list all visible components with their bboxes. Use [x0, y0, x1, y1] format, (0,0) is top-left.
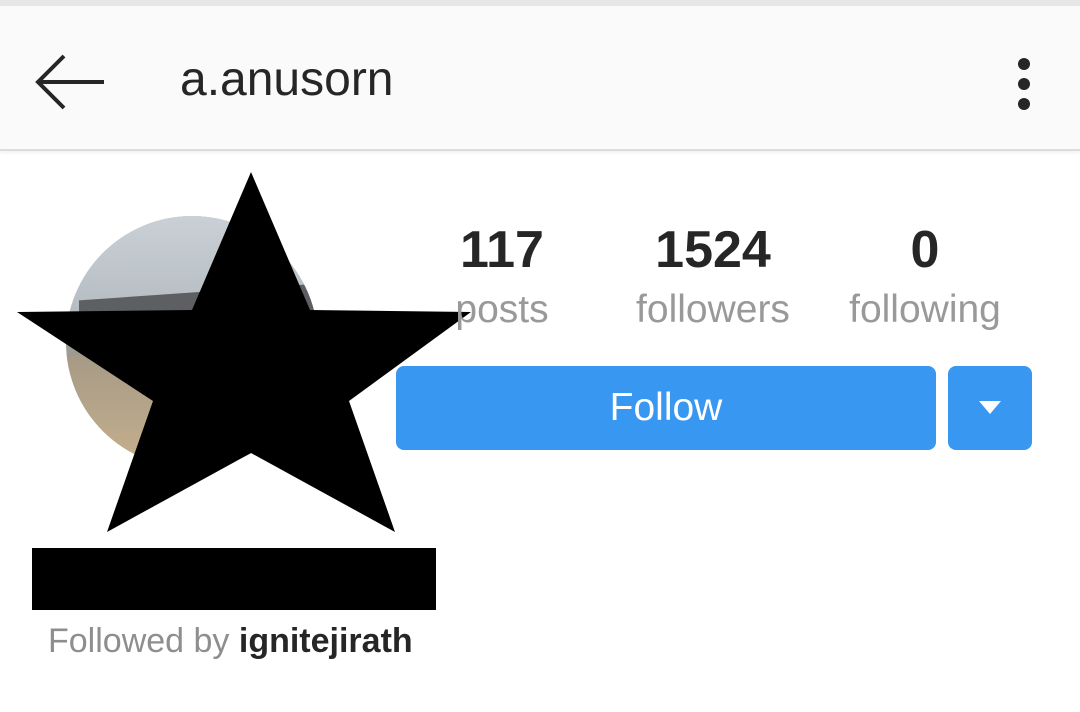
followers-count: 1524 [655, 221, 771, 279]
posts-count: 117 [460, 221, 544, 279]
back-button[interactable] [28, 44, 112, 120]
app-bar: a.anusorn [0, 6, 1080, 151]
following-count: 0 [910, 221, 940, 279]
stat-followers[interactable]: 1524 followers [616, 220, 810, 334]
page-title: a.anusorn [180, 53, 394, 106]
caret-down-icon [979, 401, 1001, 414]
stat-following[interactable]: 0 following [834, 220, 1016, 334]
followers-label: followers [636, 288, 790, 331]
stat-posts[interactable]: 117 posts [440, 220, 564, 334]
suggested-dropdown-button[interactable] [948, 366, 1032, 450]
redacted-name-bar [32, 548, 436, 610]
followed-by-text: Followed by ignitejirath [48, 618, 413, 664]
following-label: following [849, 288, 1001, 331]
follow-button[interactable]: Follow [396, 366, 936, 450]
followed-by-prefix: Followed by [48, 622, 230, 660]
arrow-left-icon [35, 54, 104, 110]
more-vertical-icon [1018, 58, 1030, 110]
redaction-star [17, 172, 471, 532]
followed-by-user-link[interactable]: ignitejirath [239, 622, 413, 660]
posts-label: posts [455, 288, 549, 331]
more-options-button[interactable] [1000, 46, 1048, 122]
